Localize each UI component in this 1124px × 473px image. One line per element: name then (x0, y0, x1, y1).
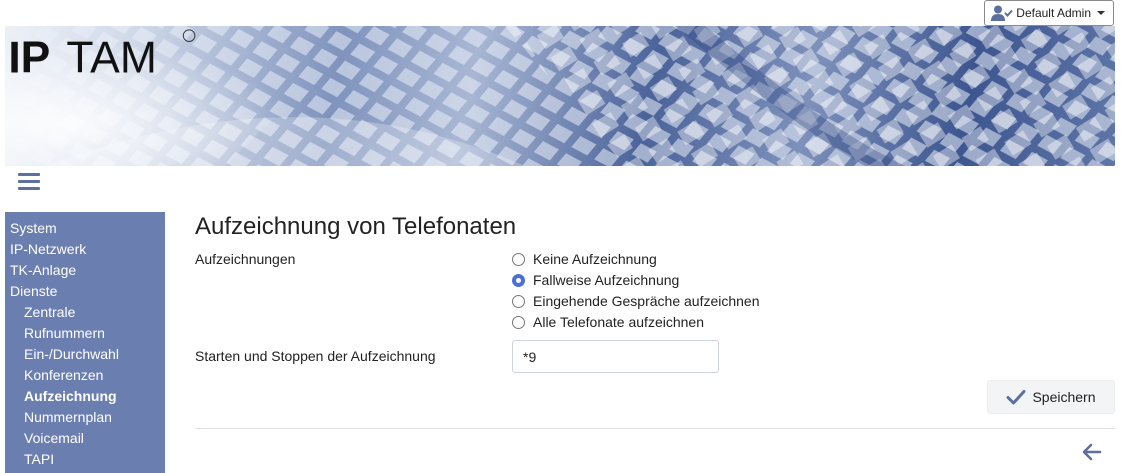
arrow-left-icon[interactable] (1082, 443, 1102, 461)
start-stop-code-input[interactable] (512, 340, 719, 373)
sidebar-item-ip-netzwerk[interactable]: IP-Netzwerk (5, 239, 165, 260)
radio-circle[interactable] (512, 315, 525, 329)
checkmark-icon (1006, 390, 1026, 405)
svg-text:TAM: TAM (66, 33, 157, 82)
user-check-icon (991, 5, 1014, 21)
sidebar: System IP-Netzwerk TK-Anlage Dienste Zen… (5, 212, 165, 473)
sidebar-item-zentrale[interactable]: Zentrale (5, 302, 165, 323)
sidebar-item-nummernplan[interactable]: Nummernplan (5, 407, 165, 428)
iptam-logo: IP TAM (8, 29, 196, 82)
hamburger-icon[interactable] (18, 173, 40, 191)
user-menu-label: Default Admin (1016, 6, 1091, 20)
page-title: Aufzeichnung von Telefonaten (195, 213, 517, 240)
radio-label: Alle Telefonate aufzeichnen (533, 314, 704, 330)
radio-label: Fallweise Aufzeichnung (533, 272, 680, 288)
radio-circle[interactable] (512, 294, 525, 308)
radio-keine-aufzeichnung[interactable]: Keine Aufzeichnung (512, 251, 657, 267)
save-button-label: Speichern (1032, 389, 1096, 405)
divider (195, 428, 1115, 429)
radio-circle-selected[interactable] (512, 273, 525, 287)
sidebar-item-rufnummern[interactable]: Rufnummern (5, 323, 165, 344)
caret-down-icon (1097, 11, 1105, 15)
radio-eingehende-gespraeche[interactable]: Eingehende Gespräche aufzeichnen (512, 293, 760, 309)
radio-fallweise-aufzeichnung[interactable]: Fallweise Aufzeichnung (512, 272, 679, 288)
user-menu-button[interactable]: Default Admin (984, 0, 1114, 26)
sidebar-item-konferenzen[interactable]: Konferenzen (5, 365, 165, 386)
radio-alle-telefonate[interactable]: Alle Telefonate aufzeichnen (512, 314, 704, 330)
svg-text:IP: IP (8, 33, 50, 82)
sidebar-item-system[interactable]: System (5, 218, 165, 239)
radio-label: Keine Aufzeichnung (533, 251, 657, 267)
sidebar-item-voicemail[interactable]: Voicemail (5, 428, 165, 449)
sidebar-item-aufzeichnung[interactable]: Aufzeichnung (5, 386, 165, 407)
sidebar-item-ein-durchwahl[interactable]: Ein-/Durchwahl (5, 344, 165, 365)
sidebar-item-tk-anlage[interactable]: TK-Anlage (5, 260, 165, 281)
radio-circle[interactable] (512, 252, 525, 266)
sidebar-item-dienste[interactable]: Dienste (5, 281, 165, 302)
start-stop-label: Starten und Stoppen der Aufzeichnung (195, 348, 436, 364)
header-banner: IP TAM (5, 26, 1115, 166)
radio-label: Eingehende Gespräche aufzeichnen (533, 293, 760, 309)
recordings-label: Aufzeichnungen (195, 251, 296, 267)
sidebar-item-tapi[interactable]: TAPI (5, 449, 165, 470)
save-button[interactable]: Speichern (987, 380, 1115, 414)
